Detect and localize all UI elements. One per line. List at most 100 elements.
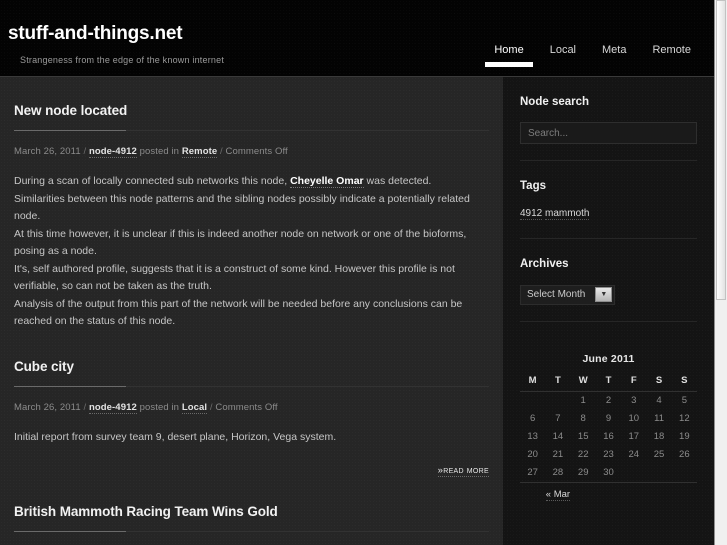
calendar-day	[672, 464, 697, 483]
main-navigation: Home Local Meta Remote	[481, 44, 704, 67]
nav-item-meta[interactable]: Meta	[589, 44, 639, 67]
calendar-day: 21	[552, 449, 564, 460]
calendar-day: 17	[628, 431, 640, 442]
calendar-day	[520, 391, 545, 410]
calendar-week-row: 20 21 22 23 24 25 26	[520, 446, 697, 464]
post-date: March 26, 2011	[14, 146, 81, 157]
post-author-link[interactable]: node-4912	[88, 401, 137, 414]
widget-archives: Archives Select Month ▼	[520, 239, 697, 322]
calendar-day: 22	[577, 449, 589, 460]
post-title[interactable]: British Mammoth Racing Team Wins Gold	[14, 504, 489, 519]
calendar-week-row: 13 14 15 16 17 18 19	[520, 428, 697, 446]
scrollbar-thumb[interactable]	[716, 0, 726, 300]
calendar-weekday: T	[595, 371, 622, 392]
calendar-day: 10	[628, 413, 640, 424]
calendar-day	[621, 464, 646, 483]
calendar-weekday: F	[621, 371, 647, 392]
calendar-week-row: 27 28 29 30	[520, 464, 697, 483]
post-body: During a scan of locally connected sub n…	[14, 173, 489, 331]
calendar-week-row: 1 2 3 4 5	[520, 391, 697, 410]
nav-item-home[interactable]: Home	[481, 44, 536, 67]
calendar-next-cell	[595, 481, 697, 504]
calendar-footer-row: « Mar	[520, 481, 697, 504]
calendar-day: 19	[679, 431, 690, 442]
read-more-row: »Read More	[14, 460, 489, 478]
calendar-prev-cell: « Mar	[520, 481, 596, 504]
post-date: March 26, 2011	[14, 401, 81, 413]
post-comments-status: Comments Off	[225, 146, 288, 157]
calendar-day: 26	[679, 449, 690, 460]
tag-link[interactable]: mammoth	[545, 208, 590, 220]
calendar-day: 15	[577, 431, 589, 442]
widget-title-node-search: Node search	[520, 96, 590, 108]
post-paragraph: Similarities between this node patterns …	[14, 192, 470, 223]
calendar-day	[545, 391, 570, 410]
calendar-prev-month-link[interactable]: « Mar	[545, 489, 571, 501]
calendar-day: 13	[527, 431, 538, 442]
post-article: British Mammoth Racing Team Wins Gold Ma…	[14, 478, 489, 545]
inline-node-link[interactable]: Cheyelle Omar	[290, 175, 364, 188]
post-paragraph: Initial report from survey team 9, deser…	[14, 430, 337, 443]
calendar-day: 11	[654, 413, 664, 424]
post-article: New node located March 26, 2011 / node-4…	[14, 77, 489, 331]
calendar-day: 28	[552, 467, 564, 478]
post-title-divider	[14, 130, 489, 131]
archives-month-select[interactable]: Select Month ▼	[520, 284, 616, 305]
calendar-day: 14	[552, 431, 564, 442]
calendar-weekday: T	[545, 371, 571, 392]
tag-link[interactable]: 4912	[520, 208, 543, 220]
calendar-weekday: W	[570, 371, 596, 392]
post-paragraph: During a scan of locally connected sub n…	[14, 175, 432, 188]
calendar-day: 4	[656, 395, 662, 406]
post-author-link[interactable]: node-4912	[88, 146, 137, 158]
calendar-table: June 2011 M T W T F S S 1 2 3 4 5 6 7 8 …	[520, 352, 697, 504]
sidebar: Node search Tags 4912 mammoth Archives	[503, 77, 714, 545]
body-columns: New node located March 26, 2011 / node-4…	[0, 77, 714, 545]
site-header: stuff-and-things.net Strangeness from th…	[0, 0, 714, 77]
nav-item-local[interactable]: Local	[537, 44, 589, 67]
read-more-link[interactable]: »Read More	[437, 465, 489, 477]
calendar-weekday-row: M T W T F S S	[520, 371, 697, 392]
calendar-weekday: S	[671, 371, 697, 392]
site-title[interactable]: stuff-and-things.net	[8, 23, 183, 45]
post-meta: March 26, 2011 / node-4912 posted in Loc…	[14, 401, 489, 414]
calendar-day: 6	[529, 413, 536, 424]
post-title[interactable]: Cube city	[14, 359, 489, 374]
calendar-day: 12	[679, 413, 690, 424]
main-content: New node located March 26, 2011 / node-4…	[0, 77, 503, 545]
calendar-day: 30	[603, 467, 614, 478]
posted-in-text: posted in	[139, 146, 180, 157]
site-tagline: Strangeness from the edge of the known i…	[20, 55, 225, 65]
page-scrollbar[interactable]	[714, 0, 727, 545]
post-title[interactable]: New node located	[14, 103, 489, 118]
calendar-day	[646, 464, 671, 483]
post-title-divider	[14, 385, 489, 387]
post-category-link[interactable]: Remote	[181, 146, 218, 158]
calendar-day: 29	[577, 467, 589, 478]
post-paragraph: At this time however, it is unclear if t…	[14, 227, 467, 258]
post-article: Cube city March 26, 2011 / node-4912 pos…	[14, 331, 489, 479]
post-body: Initial report from survey team 9, deser…	[14, 429, 489, 447]
calendar-day: 16	[603, 431, 614, 442]
calendar-caption: June 2011	[582, 352, 635, 365]
calendar-day: 25	[653, 449, 665, 460]
widget-title-tags: Tags	[520, 180, 546, 192]
post-paragraph: Analysis of the output from this part of…	[14, 297, 463, 328]
nav-item-remote[interactable]: Remote	[639, 44, 704, 67]
calendar-day: 3	[631, 395, 637, 406]
posted-in-text: posted in	[139, 401, 180, 413]
post-category-link[interactable]: Local	[181, 401, 208, 414]
calendar-day: 1	[580, 395, 586, 406]
post-title-divider	[14, 531, 489, 532]
post-meta: March 26, 2011 / node-4912 posted in Rem…	[14, 146, 489, 158]
calendar-day: 27	[527, 467, 538, 478]
calendar-day: 23	[603, 449, 614, 460]
post-comments-status: Comments Off	[215, 401, 278, 413]
calendar-day: 20	[527, 449, 538, 460]
calendar-day: 5	[681, 395, 687, 406]
calendar-weekday: M	[520, 371, 546, 392]
search-input[interactable]	[520, 122, 697, 144]
calendar-day: 7	[555, 413, 561, 424]
calendar-day: 9	[605, 413, 612, 424]
widget-node-search: Node search	[520, 77, 697, 161]
